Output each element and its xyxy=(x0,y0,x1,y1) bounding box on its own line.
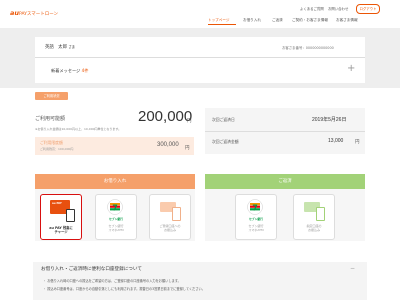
nav-top-page[interactable]: トップページ xyxy=(208,18,230,23)
next-repayment-date-value: 2019年5月26日 xyxy=(312,117,347,123)
nav-active-indicator xyxy=(208,24,236,25)
seven-bank-logo-text: セブン銀行 xyxy=(249,217,263,221)
borrow-note: ※お借り入れ金額は10,000円以上、10,000円単位となります。 xyxy=(35,127,122,131)
new-messages-count: 4件 xyxy=(81,68,89,73)
next-repayment-amount-value: 13,000 xyxy=(328,138,344,144)
svg-text:7: 7 xyxy=(112,204,118,213)
tile-label-line2: お振込み xyxy=(307,227,320,232)
user-card: 英語 太郎 さま お客さま番号：0000000000000 新着メッセージ 4件… xyxy=(35,37,365,83)
member-number: お客さま番号：0000000000000 xyxy=(282,46,334,50)
user-honorific: さま xyxy=(68,45,76,49)
tile-label-line2: スマホATM xyxy=(248,227,264,232)
balance-label: ご利用残高：100,000円 xyxy=(40,147,74,151)
account-info-section: お借り入れ・ご返済時に便利な口座登録について − ・ お借り入れ時の口座への振込… xyxy=(33,262,367,300)
plus-icon[interactable]: + xyxy=(347,64,355,74)
repayment-panel: 次回ご返済日 2019年5月26日 次回ご返済金額 13,000 円 xyxy=(205,108,365,154)
nav-customer-info[interactable]: お客さま情報 xyxy=(336,18,358,23)
available-amount-unit: 円 xyxy=(187,119,192,124)
phone-icon xyxy=(172,207,181,221)
tile-label-line2: スマホATM xyxy=(108,227,124,232)
available-amount-label: ご利用可能額 xyxy=(35,116,66,122)
user-name-text: 英語 太郎 xyxy=(45,45,67,50)
user-name: 英語 太郎 さま xyxy=(45,44,75,50)
tile-label-line2: お振込み xyxy=(163,227,176,232)
repay-section-body: 7 セブン銀行 セブン銀行 スマホATM 指定口座の お振込み xyxy=(205,189,365,241)
designated-account-tile[interactable]: 指定口座の お振込み xyxy=(293,194,335,240)
divider xyxy=(35,57,365,58)
aupay-charge-label: au PAY 残高に チャージ xyxy=(41,226,81,235)
logout-button[interactable]: ログアウト xyxy=(356,4,380,14)
nav-repayment[interactable]: ご返済 xyxy=(272,18,283,23)
borrow-section-body: au PAY au PAY 残高に チャージ 7 セブン銀行 セブン銀行 スマホ… xyxy=(35,189,195,241)
next-repayment-amount-unit: 円 xyxy=(355,140,360,145)
seven-bank-repay-label: セブン銀行 スマホATM xyxy=(236,224,276,233)
seven-bank-icon: 7 xyxy=(247,199,263,215)
seven-bank-atm-label: セブン銀行 スマホATM xyxy=(96,224,136,233)
logo-brand: au xyxy=(10,9,20,17)
new-messages-label: 新着メッセージ xyxy=(51,68,81,73)
nav-borrow[interactable]: お借り入れ xyxy=(243,18,261,23)
divider xyxy=(205,131,365,132)
logo-text: PAYスマートローン xyxy=(19,12,59,17)
new-messages-row[interactable]: 新着メッセージ 4件 xyxy=(51,68,88,74)
seven-bank-atm-tile[interactable]: 7 セブン銀行 セブン銀行 スマホATM xyxy=(95,194,137,240)
faq-link[interactable]: よくあるご質問 xyxy=(300,6,324,11)
aupay-charge-tile[interactable]: au PAY au PAY 残高に チャージ xyxy=(40,194,82,240)
nav-contract-info[interactable]: ご契約・お客さま情報 xyxy=(292,18,328,23)
phone-icon xyxy=(66,209,75,222)
aupay-card-logo: au PAY xyxy=(52,201,62,205)
svg-text:7: 7 xyxy=(252,204,258,213)
available-amount-value: 200,000 xyxy=(138,108,193,125)
tile-label-line2: チャージ xyxy=(54,230,68,235)
account-info-title: お借り入れ・ご返済時に便利な口座登録について xyxy=(41,267,142,272)
repay-section-header: ご返済 xyxy=(205,174,365,189)
seven-bank-logo-text: セブン銀行 xyxy=(109,217,123,221)
credit-limit-value: 300,000 xyxy=(157,142,179,148)
borrow-section-header: お借り入れ xyxy=(35,174,195,189)
phone-icon xyxy=(316,207,325,221)
next-repayment-amount-label: 次回ご返済金額 xyxy=(212,139,239,144)
credit-limit-box: ご利用限度額 ご利用残高：100,000円 300,000 円 xyxy=(35,137,194,155)
status-tag: ご利用状況 xyxy=(35,92,68,100)
contact-link[interactable]: お問い合わせ xyxy=(328,6,348,11)
info-item: ・ 振込み口座番号は、口座からの自動引落としにも利用されます。振替日の3営業日前… xyxy=(43,287,205,291)
seven-bank-icon: 7 xyxy=(107,199,123,215)
credit-limit-label: ご利用限度額 xyxy=(40,140,63,145)
info-item: ・ お借り入れ時の口座への振込をご希望の方は、ご登録口座の口座番号の入力をお願い… xyxy=(43,279,181,283)
credit-limit-unit: 円 xyxy=(185,146,190,151)
designated-account-label: 指定口座の お振込み xyxy=(294,224,334,233)
next-repayment-date-label: 次回ご返済日 xyxy=(212,117,235,122)
bank-transfer-label: ご登録口座への お振込み xyxy=(150,224,190,233)
logo[interactable]: auPAYスマートローン xyxy=(10,9,58,17)
collapse-icon[interactable]: − xyxy=(350,265,355,272)
seven-bank-repay-tile[interactable]: 7 セブン銀行 セブン銀行 スマホATM xyxy=(235,194,277,240)
bank-transfer-tile[interactable]: ご登録口座への お振込み xyxy=(149,194,191,240)
